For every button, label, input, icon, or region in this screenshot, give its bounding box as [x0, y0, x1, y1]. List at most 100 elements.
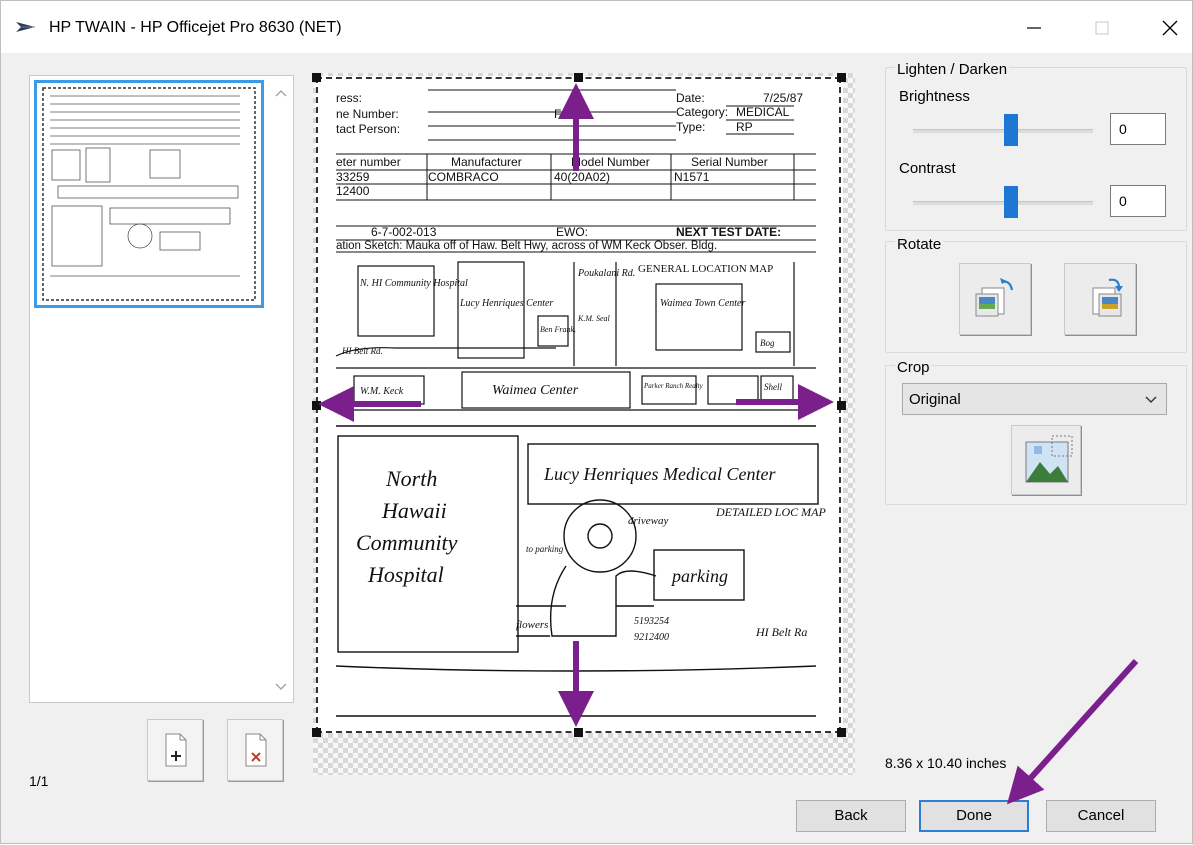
map2-flowers: flowers	[516, 619, 548, 631]
rotate-group	[885, 241, 1187, 353]
contrast-input[interactable]: 0	[1110, 185, 1166, 217]
delete-page-icon	[245, 733, 267, 767]
hp-twain-dialog: HP TWAIN - HP Officejet Pro 8630 (NET) 1…	[0, 0, 1193, 844]
doc-th-model: Model Number	[571, 155, 650, 169]
scanned-document-preview: ress: ne Number: tact Person: Fa Date: 7…	[316, 76, 843, 733]
arrow-done-annotation	[1006, 658, 1139, 805]
doc-fax-label: Fa	[554, 107, 568, 121]
crop-handle-bottom[interactable]	[574, 728, 583, 737]
map1-hi-belt: HI Belt Rd.	[341, 346, 383, 356]
title-bar: HP TWAIN - HP Officejet Pro 8630 (NET)	[1, 1, 1192, 53]
doc-category-value: MEDICAL	[736, 105, 790, 119]
map2-title: DETAILED LOC MAP	[715, 505, 826, 519]
page-indicator: 1/1	[29, 773, 49, 789]
doc-cell-manufacturer: COMBRACO	[428, 170, 499, 184]
add-page-icon	[165, 733, 187, 767]
map1-title: GENERAL LOCATION MAP	[638, 263, 773, 275]
crop-handle-right[interactable]	[837, 401, 846, 410]
crop-handle-top-right[interactable]	[837, 73, 846, 82]
map2-to-parking: to parking	[526, 544, 564, 554]
scroll-down-icon[interactable]	[269, 674, 293, 698]
map2-parking: parking	[670, 566, 728, 586]
map1-poukalani: Poukalani Rd.	[577, 268, 635, 279]
map1-waimea-center: Waimea Center	[492, 383, 579, 398]
minimize-icon	[1027, 27, 1041, 29]
doc-ewo-label: EWO:	[556, 225, 588, 239]
scroll-up-icon[interactable]	[269, 82, 293, 106]
map1-waimea-town: Waimea Town Center	[660, 298, 745, 309]
contrast-slider-thumb[interactable]	[1004, 186, 1018, 218]
thumbnail-scrollbar[interactable]	[269, 76, 293, 702]
cancel-button[interactable]: Cancel	[1046, 800, 1156, 832]
brightness-slider-track[interactable]	[913, 129, 1093, 133]
map1-lucy: Lucy Henriques Center	[459, 298, 553, 309]
scan-size-text: 8.36 x 10.40 inches	[885, 755, 1007, 771]
doc-type-label: Type:	[676, 120, 705, 134]
crop-handle-bottom-right[interactable]	[837, 728, 846, 737]
crop-handle-top-left[interactable]	[312, 73, 321, 82]
crop-label: Crop	[895, 359, 932, 376]
contrast-slider-track[interactable]	[913, 201, 1093, 205]
hp-scanner-icon	[16, 22, 35, 32]
rotate-right-button[interactable]	[1064, 263, 1136, 335]
doc-date-value: 7/25/87	[763, 91, 803, 105]
doc-th-serial: Serial Number	[691, 155, 768, 169]
map1-ben: Ben Frank.	[540, 325, 576, 334]
crop-handle-left[interactable]	[312, 401, 321, 410]
rotate-left-icon	[975, 278, 1014, 317]
doc-next-test-label: NEXT TEST DATE:	[676, 225, 781, 239]
add-page-button[interactable]	[147, 719, 203, 781]
doc-date-label: Date:	[676, 91, 705, 105]
map2-hawaii: Hawaii	[381, 498, 447, 523]
doc-type-value: RP	[736, 120, 753, 134]
rotate-right-icon	[1092, 278, 1123, 317]
crop-selected-value: Original	[909, 391, 961, 408]
map2-meter2: 9212400	[634, 632, 669, 643]
brightness-input[interactable]: 0	[1110, 113, 1166, 145]
scan-preview-area[interactable]: ress: ne Number: tact Person: Fa Date: 7…	[313, 73, 855, 775]
contrast-label: Contrast	[899, 160, 956, 177]
map2-hospital: Hospital	[367, 562, 444, 587]
map1-bog: Bog	[760, 338, 775, 348]
doc-th-meter: eter number	[336, 155, 401, 169]
map1-wm-keck: W.M. Keck	[360, 386, 404, 397]
crop-dropdown[interactable]: Original	[902, 383, 1167, 415]
crop-handle-bottom-left[interactable]	[312, 728, 321, 737]
minimize-button[interactable]	[1011, 13, 1057, 43]
back-button[interactable]: Back	[796, 800, 906, 832]
maximize-button[interactable]	[1079, 13, 1125, 43]
map2-community: Community	[356, 530, 458, 555]
doc-phone-label: ne Number:	[336, 107, 399, 121]
doc-id-value: 6-7-002-013	[371, 225, 437, 239]
brightness-label: Brightness	[899, 88, 970, 105]
doc-category-label: Category:	[676, 105, 728, 119]
window-title: HP TWAIN - HP Officejet Pro 8630 (NET)	[49, 19, 342, 36]
thumbnail-document-image	[40, 86, 258, 302]
doc-cell-serial: N1571	[674, 170, 710, 184]
close-button[interactable]	[1147, 13, 1193, 43]
map2-driveway: driveway	[628, 515, 668, 527]
lighten-darken-label: Lighten / Darken	[895, 61, 1010, 78]
close-icon	[1162, 20, 1178, 36]
crop-image-button[interactable]	[1011, 425, 1081, 495]
doc-th-manufacturer: Manufacturer	[451, 155, 522, 169]
chevron-down-icon	[1145, 396, 1157, 403]
map2-north: North	[385, 466, 437, 491]
page-thumbnail[interactable]	[34, 80, 264, 308]
map2-meter1: 5193254	[634, 616, 669, 627]
thumbnail-panel	[29, 75, 294, 703]
delete-page-button[interactable]	[227, 719, 283, 781]
maximize-icon	[1095, 21, 1109, 35]
doc-cell-model: 40(20A02)	[554, 170, 610, 184]
doc-cell-meter: 33259	[336, 170, 370, 184]
crop-image-icon	[1025, 435, 1073, 483]
doc-address-label: ress:	[336, 91, 362, 105]
crop-handle-top[interactable]	[574, 73, 583, 82]
done-button[interactable]: Done	[919, 800, 1029, 832]
doc-contact-label: tact Person:	[336, 122, 400, 136]
rotate-left-button[interactable]	[959, 263, 1031, 335]
map1-shell: Shell	[764, 382, 782, 392]
doc-sketch-line: ation Sketch: Mauka off of Haw. Belt Hwy…	[336, 240, 717, 252]
map1-km: K.M. Seal	[577, 314, 611, 323]
brightness-slider-thumb[interactable]	[1004, 114, 1018, 146]
